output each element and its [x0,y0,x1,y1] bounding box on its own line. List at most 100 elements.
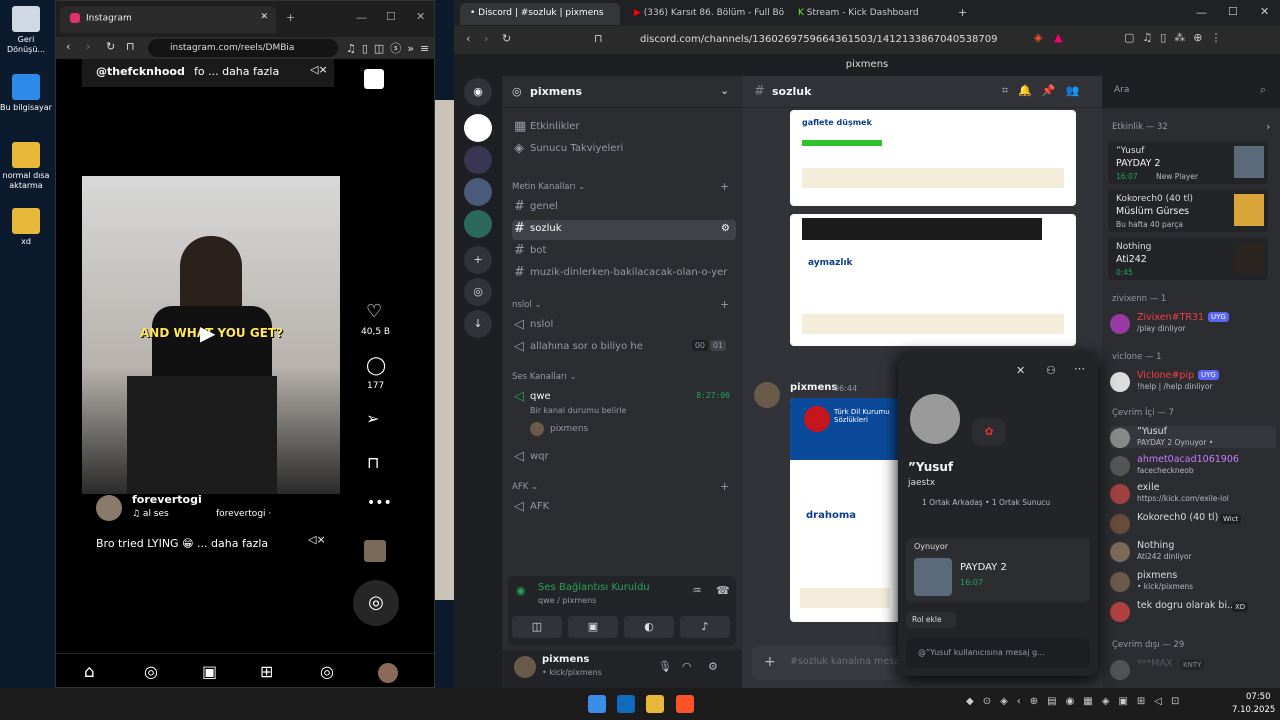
server-icon[interactable] [464,178,492,206]
play-icon[interactable]: ▶ [200,321,215,345]
voice-status[interactable]: Bir kanal durumu belirle [530,406,626,415]
category-text[interactable]: Metin Kanalları ⌄ [512,182,585,192]
channel-qwe[interactable]: ◁ qwe 8:27:06 [512,388,736,408]
reload-icon[interactable]: ↻ [106,40,115,53]
add-channel-icon[interactable]: + [720,180,729,193]
comment-icon[interactable]: ◯ [366,355,386,376]
brave-shield-icon[interactable]: ◈ [1034,31,1042,44]
tab-youtube[interactable]: ▶ (336) Karsıt 86. Bölüm - Full Bölüm [624,3,784,25]
caption-user[interactable]: @thefcknhood [96,65,185,78]
embed-image-3[interactable]: Türk Dil Kurumu Sözlükleri drahoma [790,398,900,622]
channel-nslol[interactable]: ◁ nslol [512,316,736,336]
messages-icon[interactable]: ◎ [320,662,334,681]
new-tab-icon[interactable]: + [958,6,967,19]
back-icon[interactable]: ‹ [66,40,70,53]
explore-icon[interactable]: ◎ [144,662,158,681]
member-item[interactable]: Nothing Ati242 dinliyor [1110,540,1276,562]
audio-artist[interactable]: forevertogi · [216,509,271,519]
more-icon[interactable]: ⋯ [1074,362,1085,375]
member-item[interactable]: exile https://kick.com/exile-lol [1110,482,1276,504]
minimize-icon[interactable]: — [1196,6,1207,19]
member-item[interactable]: ”Yusuf PAYDAY 2 Oynuyor • [1110,426,1276,448]
menu-events[interactable]: ▦ Etkinlikler [512,118,736,138]
avatar[interactable] [530,422,544,436]
member-item[interactable]: Zivixen#TR31/play dinliyor UYG [1110,312,1276,334]
forward-icon[interactable]: › [86,40,90,53]
member-item[interactable]: ***MAX KNTY [1110,658,1276,680]
embed-image-1[interactable]: gaflete düşmek [790,110,1076,206]
download-icon[interactable]: ↓ [464,310,492,338]
brave-rewards-icon[interactable]: ▲ [1054,31,1062,44]
menu-boosts[interactable]: ◈ Sunucu Takviyeleri [512,140,736,160]
clock-time[interactable]: 07:50 [1246,692,1271,702]
reels-icon[interactable]: ▣ [202,662,217,681]
profile-avatar[interactable] [378,663,398,683]
bookmark-icon[interactable]: ⊓ [126,40,135,53]
headphones-icon[interactable]: ◠ [682,660,692,673]
bookmark-icon[interactable]: ⊓ [594,32,603,45]
reload-icon[interactable]: ↻ [502,32,511,45]
folder-icon[interactable]: normal dısa aktarma [0,142,52,191]
server-pixmens[interactable] [464,114,492,142]
tab-kick[interactable]: K Stream - Kick Dashboard [788,3,948,25]
like-icon[interactable]: ♡ [366,301,382,322]
header-icons[interactable]: ⌗🔔📌👥 [1002,84,1089,98]
create-icon[interactable]: ⊞ [260,662,273,681]
home-icon[interactable]: ⌂ [84,662,95,682]
server-icon[interactable] [464,146,492,174]
settings-icon[interactable]: ⚙ [708,660,718,673]
member-item[interactable]: ahmet0acad1061906 facecheckneob [1110,454,1276,476]
avatar[interactable] [96,495,122,521]
forward-icon[interactable]: › [484,32,488,45]
voice-status-title[interactable]: Ses Bağlantısı Kuruldu [538,582,650,593]
discover-icon[interactable]: ◎ [464,278,492,306]
channel-muzik[interactable]: # muzik-dinlerken-bakilacacak-olan-o-yer [512,264,736,284]
signal-icon[interactable]: ◉ [516,584,526,597]
caption-more[interactable]: fo ... daha fazla [194,65,279,78]
category-nslol[interactable]: nslol ⌄ [512,300,542,310]
tab-instagram[interactable]: Instagram ✕ [60,6,276,33]
discord-home-icon[interactable]: ◉ [464,78,492,106]
mute-icon[interactable]: ◁× [310,63,328,76]
activity-button[interactable]: ◐ [624,616,674,638]
member-item[interactable]: Kokorech0 (40 tl) Wict [1110,512,1276,534]
folder-icon[interactable]: xd [0,208,52,247]
weather-icon[interactable] [617,695,635,713]
category-afk[interactable]: AFK ⌄ [512,482,538,492]
settings-icon[interactable]: ⚙ [721,223,730,234]
close-window-icon[interactable]: ✕ [1260,5,1269,18]
soundboard-button[interactable]: ♪ [680,616,730,638]
channel-afk[interactable]: ◁ AFK [512,498,736,518]
maximize-icon[interactable]: ☐ [386,10,396,23]
category-voice[interactable]: Ses Kanalları ⌄ [512,372,577,382]
server-icon[interactable] [464,210,492,238]
tab-discord[interactable]: • Discord | #sozluk | pixmens [460,3,620,25]
member-item[interactable]: pixmens • kick/pixmens [1110,570,1276,592]
add-server-icon[interactable]: + [464,246,492,274]
url-field[interactable]: discord.com/channels/1360269759664361503… [616,30,1056,50]
file-explorer-icon[interactable] [646,695,664,713]
close-icon[interactable]: ✕ [1016,364,1025,377]
add-channel-icon[interactable]: + [720,480,729,493]
member-item[interactable]: Viclone#pip !help | /help dinliyor UYG [1110,370,1276,392]
messenger-button[interactable]: ◎ [353,580,399,626]
avatar[interactable] [754,382,780,408]
search-input[interactable]: Ara ⌕ [1106,80,1272,102]
embed-image-2[interactable]: aymazlık [790,214,1076,346]
profile-message-input[interactable]: @”Yusuf kullanıcısına mesaj g... [906,638,1090,668]
share-icon[interactable]: ➢ [366,409,379,428]
disconnect-icon[interactable]: ☎ [716,584,730,597]
voice-member[interactable]: pixmens [550,424,588,434]
noise-suppression-icon[interactable]: ♒ [692,584,702,597]
clock-date[interactable]: 7.10.2025 [1232,705,1275,715]
start-icon[interactable] [588,695,606,713]
channel-wqr[interactable]: ◁ wqr [512,448,736,468]
mute-icon[interactable]: ◁× [308,533,326,546]
save-icon[interactable]: ⊓ [367,453,379,472]
channel-genel[interactable]: # genel [512,198,736,218]
brave-browser-icon[interactable] [676,695,694,713]
microphone-icon[interactable]: 🎙 [658,660,672,673]
recycle-bin-icon[interactable]: Geri Dönüşü... [0,6,52,55]
add-attachment-icon[interactable]: + [764,654,776,670]
member-item[interactable]: tek dogru olarak bi... XD [1110,600,1276,622]
